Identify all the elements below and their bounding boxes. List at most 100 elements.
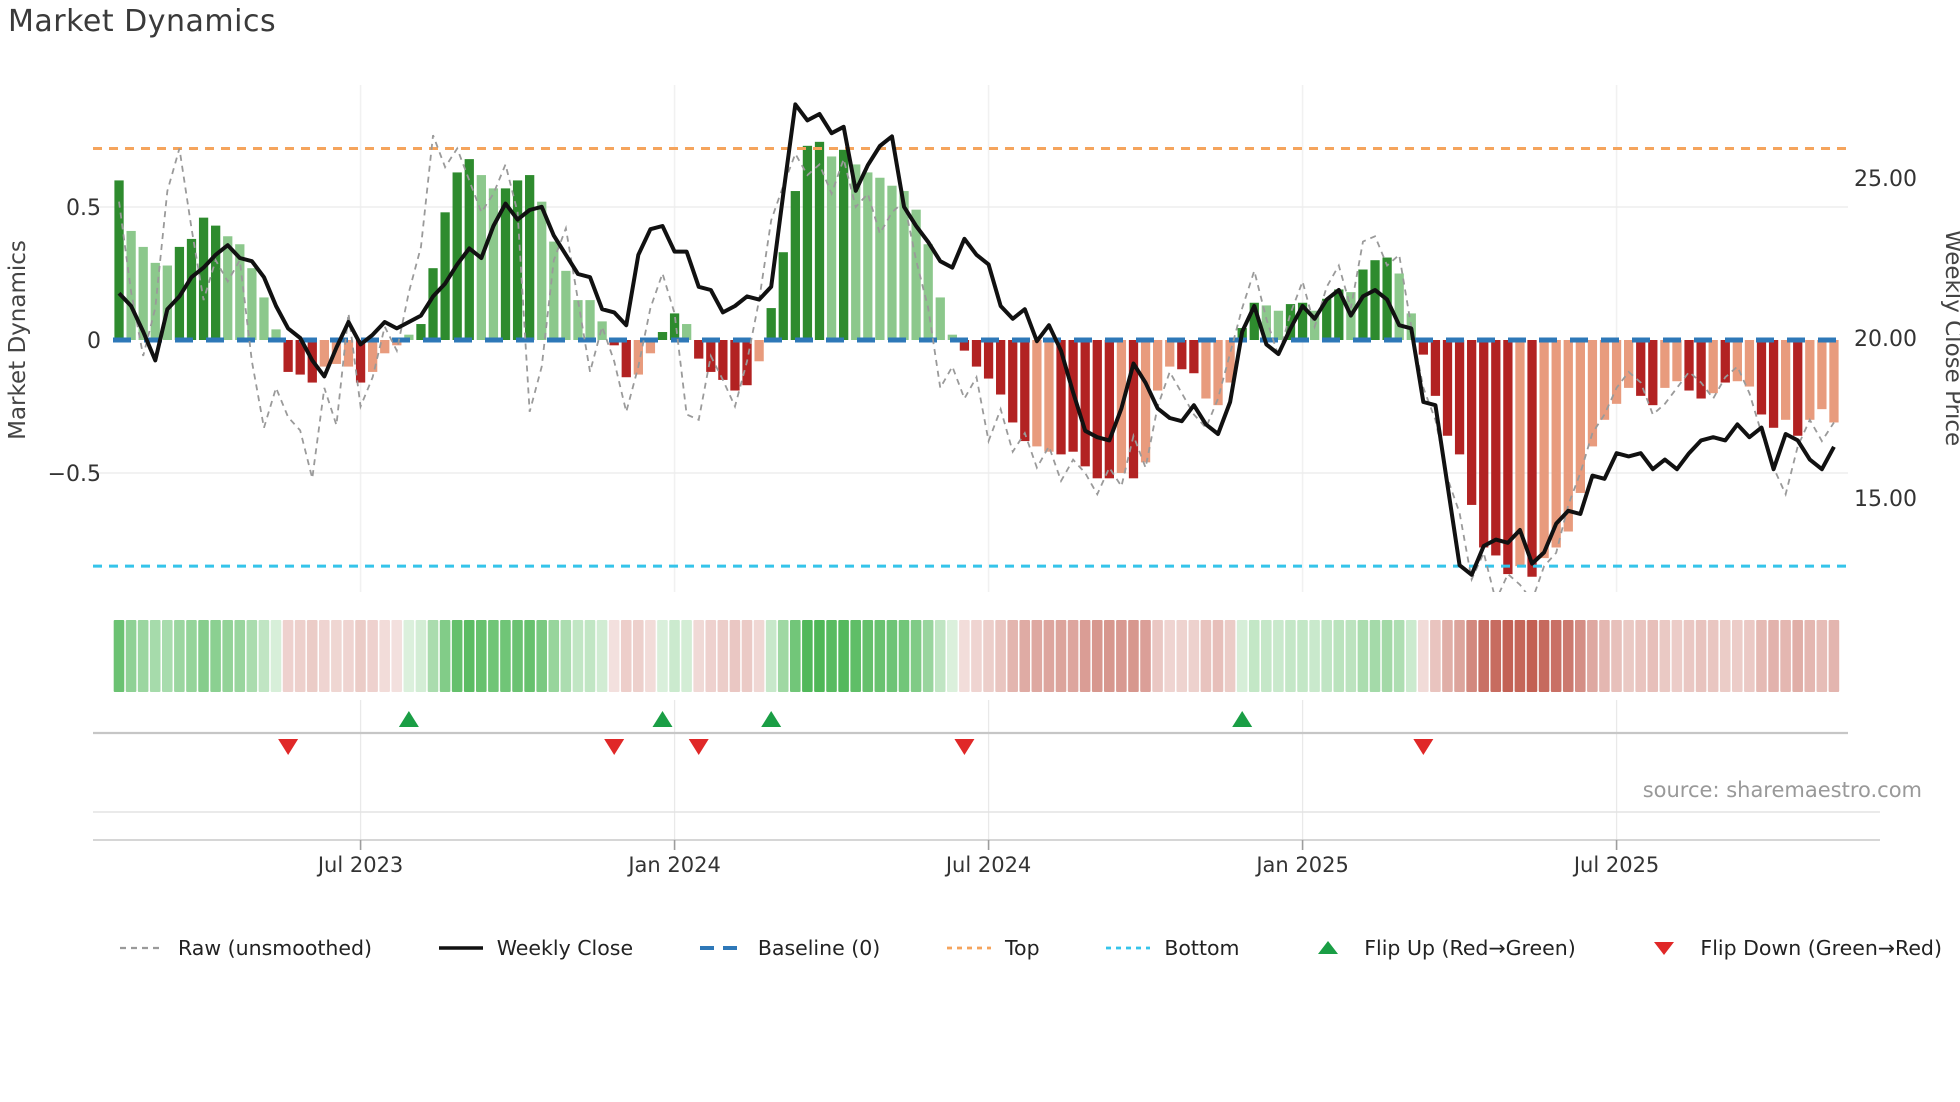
heatmap-cell (1007, 620, 1018, 692)
heatmap-cell (1369, 620, 1381, 692)
heatmap-cell (717, 620, 729, 692)
heatmap-cell (814, 620, 825, 692)
heatmap-cell (669, 620, 680, 692)
heatmap-cell (1309, 620, 1320, 692)
oscillator-bar (996, 340, 1006, 395)
heatmap-cell (922, 620, 934, 692)
legend-item-flip-up: Flip Up (Red→Green) (1304, 936, 1576, 960)
oscillator-bar (1539, 340, 1549, 559)
oscillator-bar (1648, 340, 1658, 406)
heatmap-cell (1756, 620, 1767, 692)
oscillator-bar (1611, 340, 1622, 404)
heatmap-cell (910, 620, 922, 692)
oscillator-bar (1756, 340, 1767, 415)
flip-down-marker (278, 739, 299, 755)
left-axis-title: Market Dynamics (5, 240, 31, 440)
heatmap-cell (379, 620, 390, 692)
heatmap-cell (1599, 620, 1610, 692)
right-axis-title: Weekly Close Price (1940, 230, 1960, 446)
baseline-line-swatch (698, 938, 746, 958)
heatmap-cell (1732, 620, 1743, 692)
legend-item-raw: Raw (unsmoothed) (118, 936, 372, 960)
right-axis-tick-label: 15.00 (1854, 487, 1917, 512)
heatmap-cell (1744, 620, 1755, 692)
heatmap-cell (862, 620, 874, 692)
oscillator-bar (718, 340, 728, 380)
heatmap-cell (512, 620, 523, 692)
x-axis-tick-label: Jan 2025 (1254, 853, 1349, 877)
heatmap-cell (777, 620, 789, 692)
heatmap-cell (886, 620, 898, 692)
heatmap-cell (1164, 620, 1175, 692)
heatmap-cell (1550, 620, 1562, 692)
heatmap-cell (1719, 620, 1731, 692)
heatmap-cell (802, 620, 813, 692)
heatmap-cell (572, 620, 584, 692)
heatmap-cell (1478, 620, 1489, 692)
left-axis-tick-label: 0 (87, 329, 101, 354)
oscillator-bar (1672, 340, 1682, 382)
heatmap-cell (608, 620, 620, 692)
heatmap-cell (729, 620, 741, 692)
heatmap-cell (1152, 620, 1163, 692)
heatmap-cell (125, 620, 137, 692)
heatmap-cell (741, 620, 753, 692)
flip-down-triangle-icon (1640, 938, 1688, 958)
legend-label-weekly-close: Weekly Close (496, 936, 634, 960)
heatmap-cell (1104, 620, 1115, 692)
oscillator-bar (537, 201, 547, 340)
oscillator-bar (1032, 340, 1042, 447)
heatmap-cell (1212, 620, 1224, 692)
heatmap-cell (1140, 620, 1151, 692)
legend-label-flip-down: Flip Down (Green→Red) (1700, 936, 1942, 960)
top-line-swatch (945, 938, 993, 958)
heatmap-cell (1538, 620, 1550, 692)
legend-item-baseline: Baseline (0) (698, 936, 880, 960)
oscillator-bar (1092, 340, 1102, 479)
heatmap-cell (319, 620, 330, 692)
heatmap-cell (1381, 620, 1393, 692)
heatmap-cell (1031, 620, 1043, 692)
heatmap-cell (1683, 620, 1695, 692)
heatmap-cell (705, 620, 717, 692)
oscillator-bar (1744, 340, 1755, 387)
oscillator-bar (1768, 340, 1779, 428)
oscillator-bar (1491, 340, 1501, 556)
oscillator-bar (1165, 340, 1175, 367)
heatmap-cell (934, 620, 946, 692)
oscillator-bar (1624, 340, 1634, 388)
oscillator-bar (621, 340, 631, 378)
heatmap-cell (983, 620, 994, 692)
heatmap-cell (959, 620, 970, 692)
heatmap-cell (1828, 620, 1840, 692)
oscillator-bar (1454, 340, 1465, 455)
heatmap-cell (1635, 620, 1646, 692)
oscillator-bar (1527, 340, 1537, 577)
heatmap-cell (1128, 620, 1139, 692)
heatmap-cell (331, 620, 342, 692)
oscillator-bar (380, 340, 390, 354)
heatmap-cell (476, 620, 487, 692)
heatmap-cell (1333, 620, 1345, 692)
heatmap-cell (439, 620, 451, 692)
heatmap-cell (898, 620, 910, 692)
oscillator-bar (1684, 340, 1694, 391)
heatmap-cell (1236, 620, 1248, 692)
heatmap-cell (1345, 620, 1357, 692)
oscillator-bar (1696, 340, 1706, 399)
heatmap-cell (391, 620, 403, 692)
legend-item-bottom: Bottom (1104, 936, 1240, 960)
oscillator-bar (585, 300, 595, 340)
oscillator-bar (1044, 340, 1054, 452)
oscillator-bar (597, 321, 607, 340)
heatmap-cell (1466, 620, 1477, 692)
heatmap-cell (1490, 620, 1502, 692)
heatmap-cell (427, 620, 439, 692)
oscillator-bar (923, 244, 933, 340)
oscillator-bar (1213, 340, 1223, 406)
oscillator-bar (1636, 340, 1646, 396)
heatmap-cell (584, 620, 596, 692)
raw-line-swatch (118, 938, 166, 958)
oscillator-bar (259, 297, 269, 340)
flip-up-marker (761, 711, 782, 727)
